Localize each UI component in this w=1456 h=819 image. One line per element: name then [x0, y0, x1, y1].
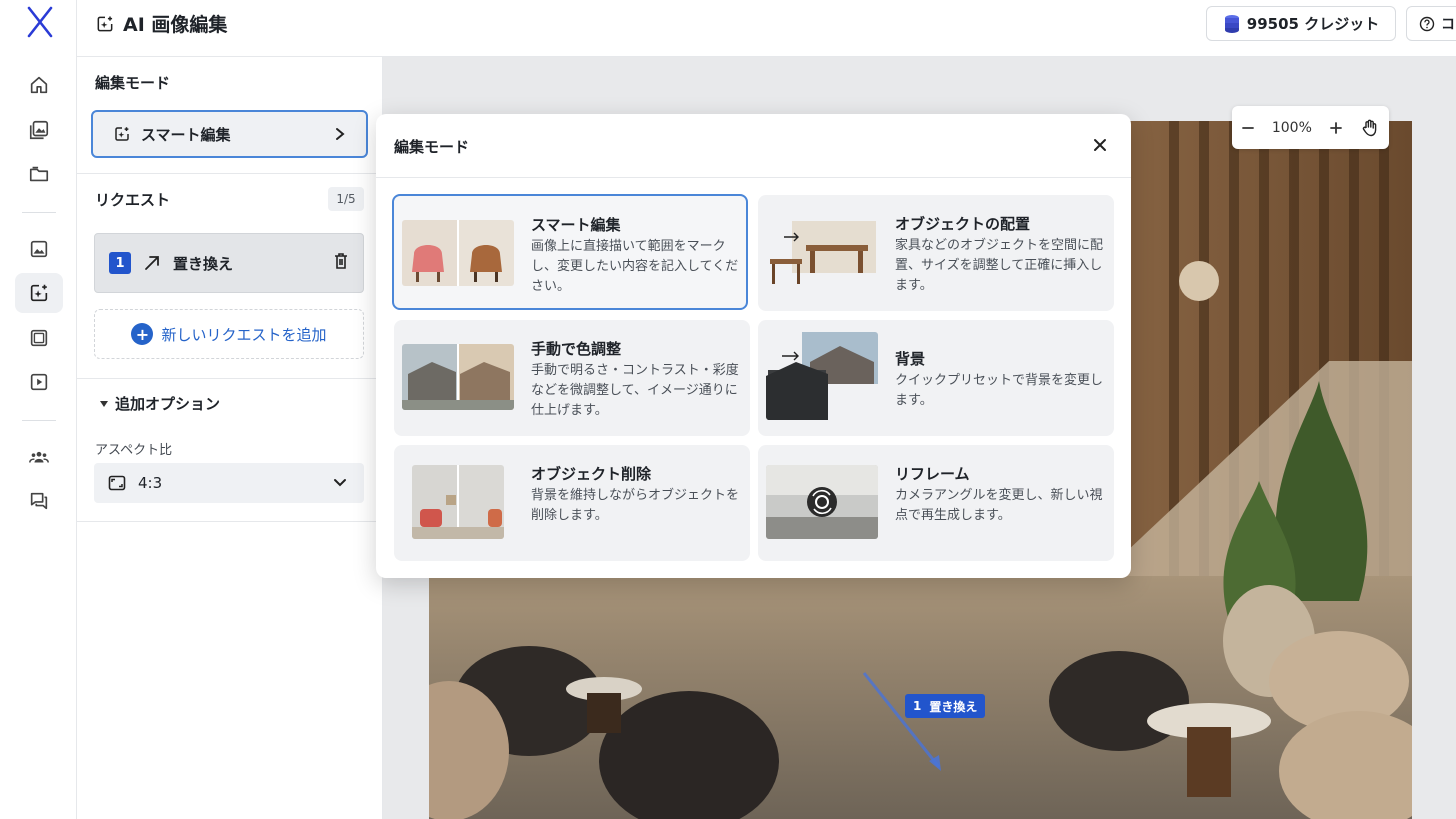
- page-title: AI 画像編集: [95, 10, 227, 37]
- ai-edit-icon[interactable]: [15, 273, 63, 313]
- aspect-ratio-select[interactable]: 4:3: [94, 463, 364, 503]
- modal-header: 編集モード: [376, 114, 1131, 178]
- object-placement-thumbnail: [766, 219, 878, 285]
- chevron-down-icon: [334, 479, 346, 487]
- mode-card-reframe[interactable]: リフレーム カメラアングルを変更し、新しい視点で再生成します。: [758, 445, 1114, 561]
- app-logo[interactable]: [26, 6, 54, 38]
- mode-section-title: 編集モード: [95, 74, 171, 92]
- chat-icon[interactable]: [15, 481, 63, 521]
- frame-icon[interactable]: [15, 318, 63, 358]
- mode-card-object-placement[interactable]: オブジェクトの配置 家具などのオブジェクトを空間に配置、サイズを調整して正確に挿…: [758, 195, 1114, 311]
- nav-rail: [0, 0, 77, 819]
- modal-title: 編集モード: [394, 138, 470, 156]
- mode-selector[interactable]: スマート編集: [91, 110, 368, 158]
- zoom-level: 100%: [1271, 119, 1312, 136]
- edit-mode-modal: 編集モード スマート編集 画像上に直接描いて範囲をマークし、変更したい内容を記入…: [376, 114, 1131, 578]
- plus-icon: +: [131, 323, 154, 345]
- trash-icon[interactable]: [333, 252, 349, 270]
- arrow-up-right-icon: [145, 256, 159, 270]
- chevron-right-icon: [336, 128, 345, 140]
- video-icon[interactable]: [15, 362, 63, 402]
- gallery-icon[interactable]: [15, 110, 63, 150]
- add-request-button[interactable]: + 新しいリクエストを追加: [94, 309, 364, 359]
- team-icon[interactable]: [15, 437, 63, 477]
- object-removal-thumbnail: [412, 465, 504, 539]
- zoom-out-icon[interactable]: [1241, 121, 1255, 135]
- ai-edit-icon: [115, 127, 129, 141]
- caret-down-icon: [100, 400, 108, 407]
- background-thumbnail: [766, 332, 878, 420]
- edit-panel: 編集モード スマート編集 リクエスト 1/5 1 置き換え + 新しいリクエスト…: [77, 57, 383, 819]
- zoom-toolbar: 100%: [1232, 106, 1389, 149]
- aspect-ratio-icon: [108, 475, 126, 491]
- reframe-thumbnail: [766, 465, 878, 539]
- request-count-badge: 1/5: [328, 187, 364, 211]
- options-toggle[interactable]: 追加オプション: [99, 393, 220, 414]
- aspect-ratio-label: アスペクト比: [95, 443, 173, 458]
- mode-card-smart-edit[interactable]: スマート編集 画像上に直接描いて範囲をマークし、変更したい内容を記入してください…: [392, 194, 748, 310]
- hand-pan-icon[interactable]: [1360, 118, 1380, 138]
- zoom-in-icon[interactable]: [1329, 121, 1343, 135]
- help-icon: [1419, 16, 1435, 31]
- folder-icon[interactable]: [15, 154, 63, 194]
- help-button[interactable]: コ: [1406, 6, 1456, 41]
- coins-icon: [1224, 14, 1239, 33]
- mode-card-background[interactable]: 背景 クイックプリセットで背景を変更します。: [758, 320, 1114, 436]
- home-icon[interactable]: [15, 65, 63, 105]
- request-number: 1: [109, 252, 131, 274]
- ai-edit-icon: [97, 16, 113, 31]
- request-section-title: リクエスト: [95, 191, 171, 209]
- smart-edit-thumbnail: [402, 220, 514, 286]
- close-icon[interactable]: [1089, 134, 1111, 156]
- credits-button[interactable]: 99505 クレジット: [1206, 6, 1396, 41]
- color-adjust-thumbnail: [402, 344, 514, 410]
- request-item[interactable]: 1 置き換え: [94, 233, 364, 293]
- request-tag[interactable]: 1 置き換え: [905, 694, 986, 718]
- mode-card-color-adjust[interactable]: 手動で色調整 手動で明るさ・コントラスト・彩度などを微調整して、イメージ通りに仕…: [394, 320, 750, 436]
- mode-card-object-removal[interactable]: オブジェクト削除 背景を維持しながらオブジェクトを削除します。: [394, 445, 750, 561]
- image-icon[interactable]: [15, 229, 63, 269]
